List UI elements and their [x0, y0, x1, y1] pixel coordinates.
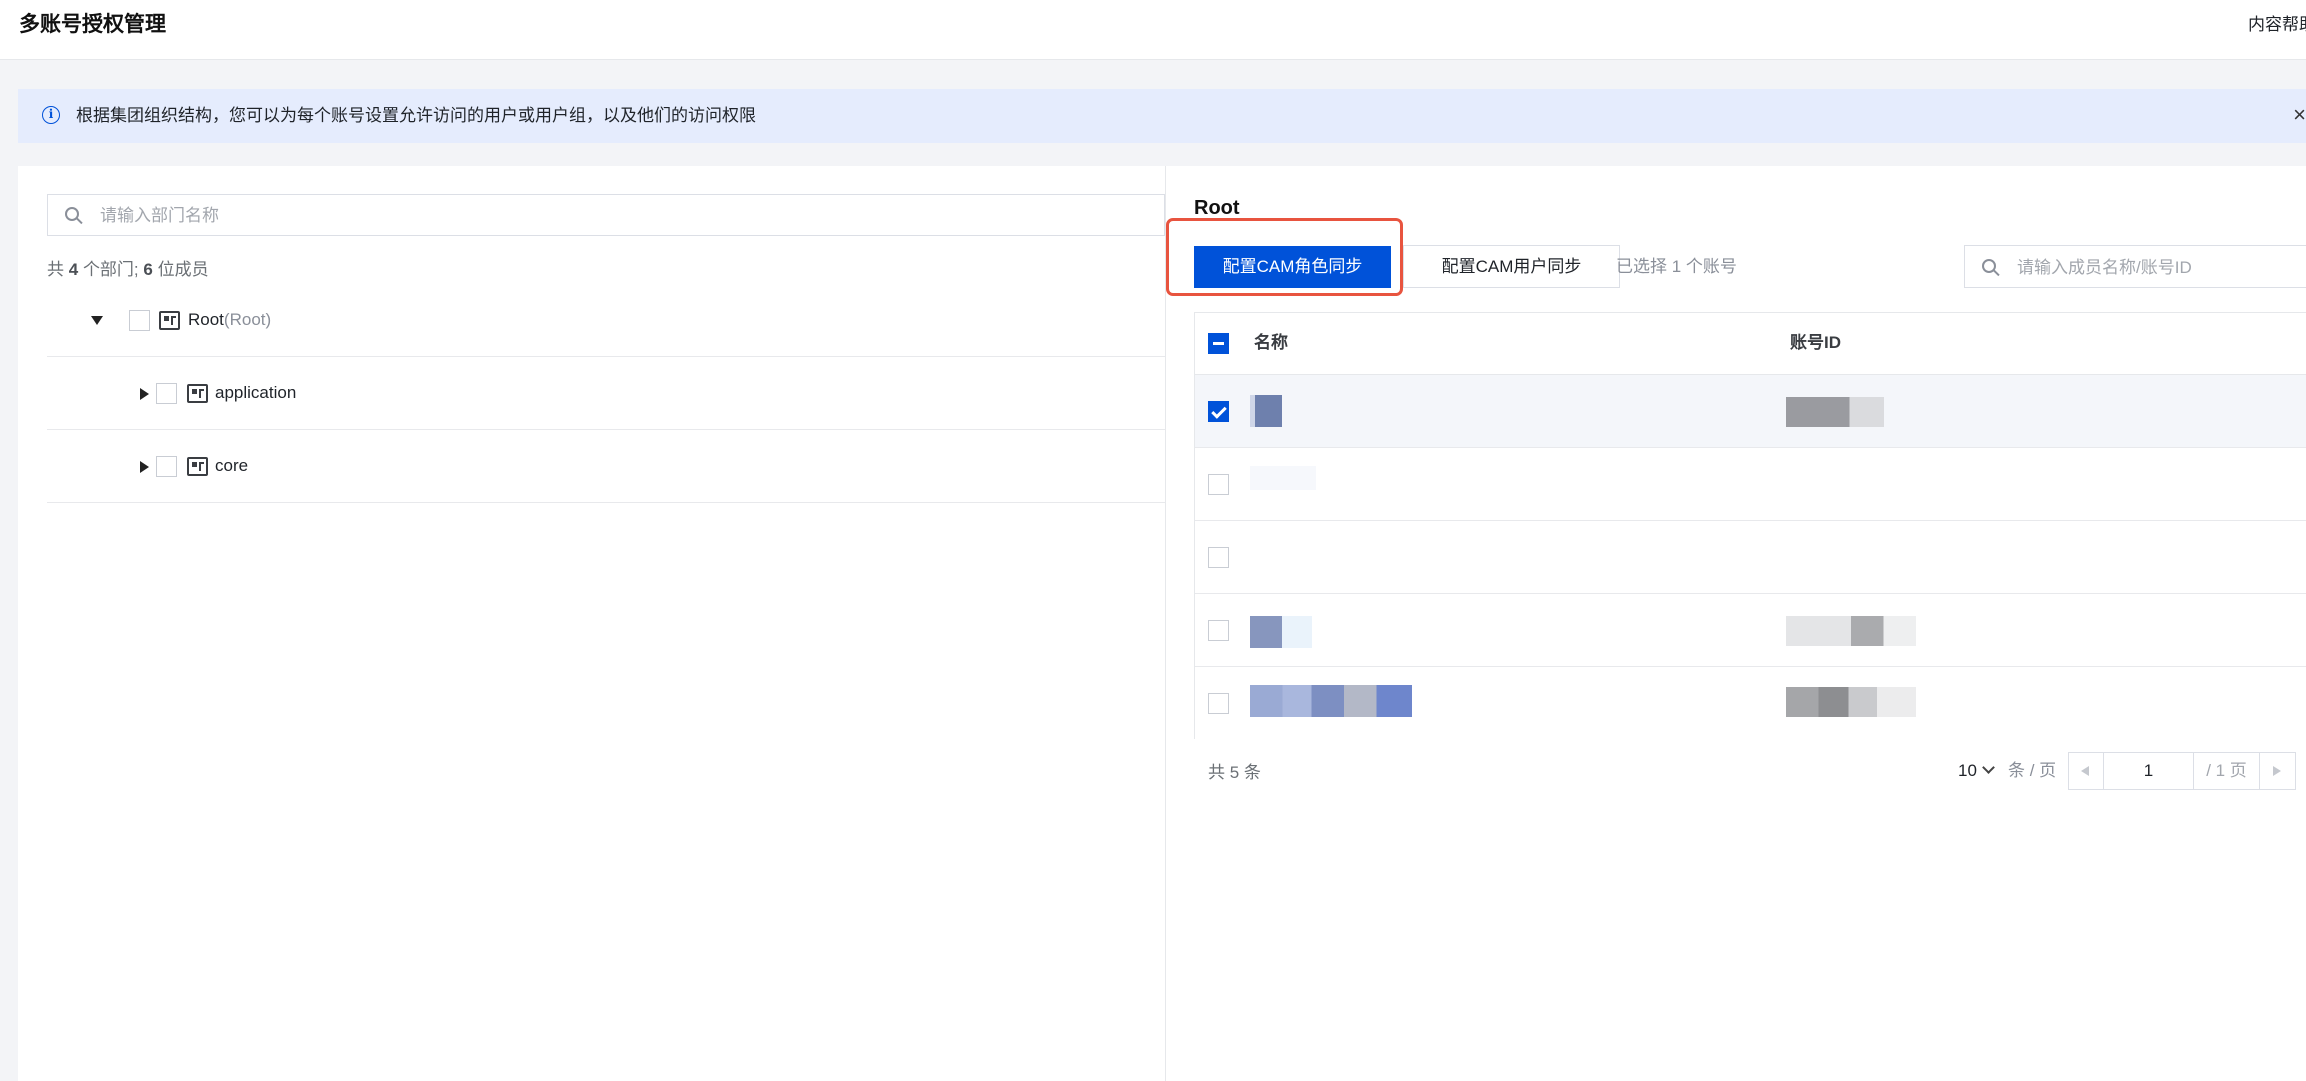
redacted-account-id: [1786, 687, 1916, 717]
tree-node-checkbox[interactable]: [129, 310, 150, 331]
selected-count: 已选择 1 个账号: [1616, 257, 1737, 276]
redacted-account-id: [1786, 397, 1884, 427]
info-notice: i 根据集团组织结构，您可以为每个账号设置允许访问的用户或用户组，以及他们的访问…: [18, 89, 2306, 143]
notice-text: 根据集团组织结构，您可以为每个账号设置允许访问的用户或用户组，以及他们的访问权限: [76, 106, 756, 125]
tree-node-application[interactable]: application: [47, 357, 1165, 430]
member-table: 名称 账号ID: [1194, 312, 2306, 740]
close-icon[interactable]: ×: [2293, 100, 2306, 130]
search-icon: [1982, 259, 1996, 273]
select-all-checkbox[interactable]: [1208, 333, 1229, 354]
per-page-label: 条 / 页: [2008, 761, 2057, 780]
caret-right-icon[interactable]: [140, 461, 149, 473]
tree-node-label: application: [215, 383, 297, 402]
department-search-input[interactable]: [98, 195, 1142, 237]
cam-user-sync-button[interactable]: 配置CAM用户同步: [1403, 245, 1620, 288]
org-icon: [159, 311, 180, 330]
tree-node-core[interactable]: core: [47, 430, 1165, 503]
total-pages: / 1 页: [2194, 752, 2260, 790]
page-number-input[interactable]: [2104, 752, 2194, 790]
cam-role-sync-button[interactable]: 配置CAM角色同步: [1194, 246, 1391, 288]
department-search[interactable]: [47, 194, 1165, 237]
org-icon: [187, 384, 208, 403]
tree-node-label: core: [215, 456, 249, 475]
page-title: 多账号授权管理: [19, 13, 166, 36]
member-search-input[interactable]: [2015, 246, 2306, 289]
top-bar: 多账号授权管理 内容帮助: [0, 0, 2306, 60]
redacted-name: [1250, 466, 1316, 490]
table-row[interactable]: [1195, 448, 2306, 521]
table-header: 名称 账号ID: [1195, 313, 2306, 375]
row-checkbox[interactable]: [1208, 620, 1229, 641]
table-total: 共 5 条: [1208, 763, 1261, 782]
row-checkbox[interactable]: [1208, 693, 1229, 714]
row-checkbox[interactable]: [1208, 547, 1229, 568]
table-row[interactable]: [1195, 594, 2306, 667]
member-panel: Root 配置CAM角色同步 配置CAM用户同步 已选择 1 个账号 名称 账号…: [1166, 166, 2306, 1081]
redacted-name: [1250, 395, 1282, 427]
redacted-account-id: [1786, 616, 1916, 646]
table-row[interactable]: [1195, 375, 2306, 448]
member-search[interactable]: [1964, 245, 2306, 289]
caret-right-icon[interactable]: [140, 388, 149, 400]
info-icon: i: [42, 106, 60, 124]
help-link[interactable]: 内容帮助: [2248, 12, 2306, 38]
page-size-select[interactable]: 10: [1958, 759, 1995, 783]
column-account-id: 账号ID: [1790, 333, 1841, 352]
row-checkbox[interactable]: [1208, 401, 1229, 422]
chevron-down-icon: [1982, 761, 1995, 774]
tree-node-root[interactable]: Root(Root): [47, 284, 1165, 357]
caret-down-icon[interactable]: [91, 316, 103, 325]
table-row[interactable]: [1195, 521, 2306, 594]
column-name: 名称: [1254, 333, 1288, 352]
tree-node-checkbox[interactable]: [156, 456, 177, 477]
department-summary: 共 4 个部门; 6 位成员: [47, 260, 209, 279]
search-icon: [65, 207, 79, 221]
prev-page-button[interactable]: [2068, 752, 2104, 790]
next-page-button[interactable]: [2260, 752, 2296, 790]
org-icon: [187, 457, 208, 476]
table-row[interactable]: [1195, 667, 2306, 740]
redacted-name: [1250, 685, 1412, 717]
tree-node-label: Root(Root): [188, 310, 272, 329]
row-checkbox[interactable]: [1208, 474, 1229, 495]
department-panel: 共 4 个部门; 6 位成员 Root(Root) application co…: [18, 166, 1166, 1081]
tree-node-checkbox[interactable]: [156, 383, 177, 404]
redacted-name: [1250, 616, 1350, 648]
